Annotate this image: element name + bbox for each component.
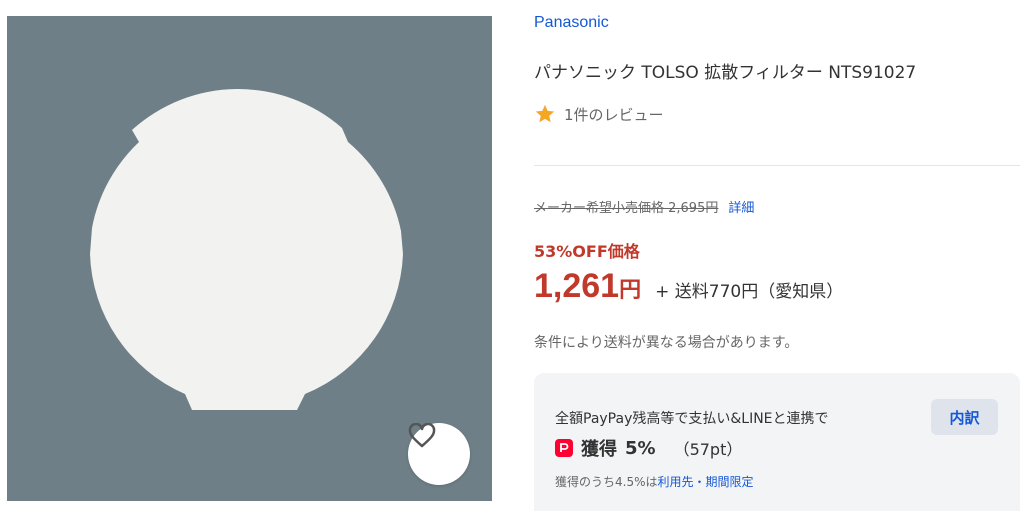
favorite-button[interactable] [408, 423, 470, 485]
currency-label: 円 [619, 278, 642, 303]
earn-label: 獲得 [581, 439, 617, 460]
discount-label: 53%OFF価格 [534, 242, 640, 261]
sale-price: 1,261 [534, 267, 620, 305]
paypay-bonus-box: 全額PayPay残高等で支払い&LINEと連携で 内訳 獲得 5% （57pt）… [534, 373, 1020, 511]
heart-icon [408, 423, 436, 448]
earn-points: （57pt） [673, 440, 743, 459]
price-detail-link[interactable]: 詳細 [728, 197, 754, 216]
list-price: メーカー希望小売価格 2,695円 [534, 201, 719, 216]
divider [534, 165, 1020, 166]
price-row: 1,261 円 + 送料770円（愛知県） [534, 267, 843, 306]
list-price-row: メーカー希望小売価格 2,695円 詳細 [534, 197, 754, 216]
paypay-condition: 全額PayPay残高等で支払い&LINEと連携で [555, 411, 829, 427]
shipping-note: 条件により送料が異なる場合があります。 [534, 335, 799, 351]
earn-percent: 5% [625, 437, 656, 459]
shipping-fee: + 送料770円（愛知県） [655, 282, 844, 302]
earn-note-link[interactable]: 利用先・期間限定 [658, 475, 754, 489]
brand-link[interactable]: Panasonic [534, 14, 609, 32]
product-image[interactable] [7, 16, 492, 501]
paypay-icon [555, 439, 573, 457]
earn-note-text: 獲得のうち4.5%は [555, 475, 658, 489]
review-summary[interactable]: 1件のレビュー [534, 103, 664, 125]
earn-note: 獲得のうち4.5%は利用先・期間限定 [555, 473, 754, 490]
earn-row: 獲得 5% （57pt） [555, 435, 742, 461]
star-icon [535, 104, 555, 123]
review-count: 1件のレビュー [564, 105, 664, 124]
product-title: パナソニック TOLSO 拡散フィルター NTS91027 [534, 63, 917, 83]
breakdown-button[interactable]: 内訳 [931, 399, 998, 435]
